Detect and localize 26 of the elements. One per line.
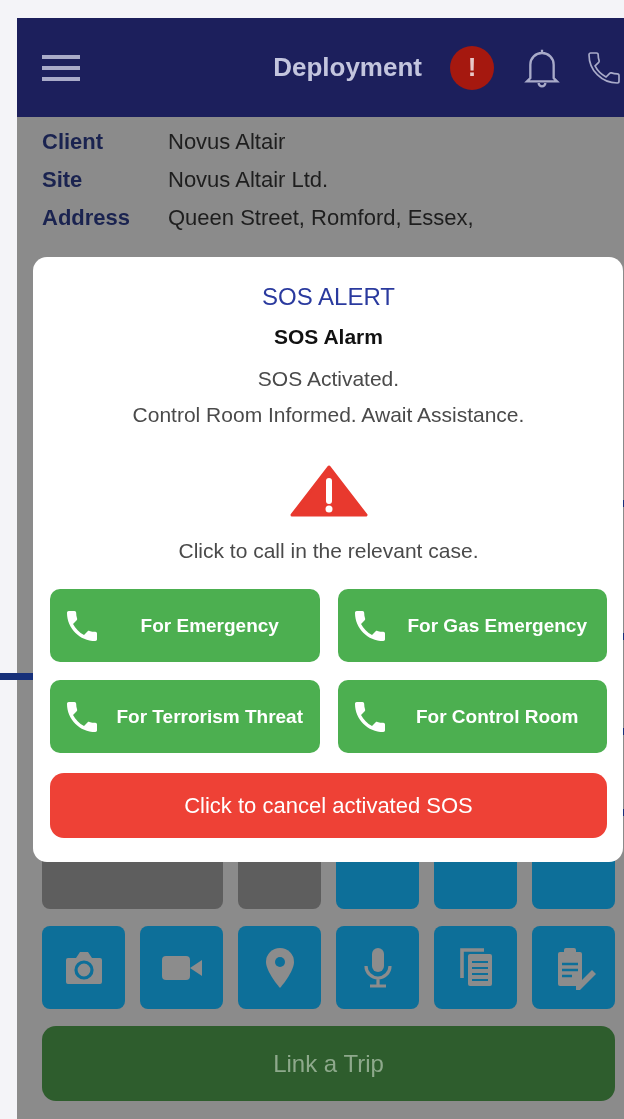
action-tile[interactable]	[532, 926, 615, 1009]
link-trip-button[interactable]: Link a Trip	[42, 1026, 615, 1101]
action-tile[interactable]	[238, 926, 321, 1009]
action-tile[interactable]	[140, 926, 223, 1009]
dialog-message: SOS Activated. Control Room Informed. Await Assistance.	[132, 366, 525, 428]
dialog-subtitle: SOS Alarm	[274, 325, 383, 349]
menu-icon[interactable]	[42, 52, 80, 83]
detail-label: Site	[42, 167, 84, 193]
dialog-title: SOS ALERT	[262, 283, 395, 311]
action-tile[interactable]	[336, 926, 419, 1009]
warning-icon	[289, 465, 368, 517]
detail-label: Client	[42, 129, 105, 155]
instruction-text: Click to call in the relevant case.	[178, 539, 479, 563]
action-tile[interactable]	[42, 926, 125, 1009]
call-button[interactable]: For Control Room	[337, 680, 607, 753]
call-button[interactable]: For Gas Emergency	[337, 589, 607, 662]
call-button[interactable]: For Terrorism Threat	[50, 680, 320, 753]
detail-label: Address	[42, 205, 132, 231]
screen-title: Deployment	[273, 52, 422, 83]
detail-value: Novus Altair	[168, 129, 286, 155]
cancel-sos-button[interactable]: Click to cancel activated SOS	[50, 773, 607, 838]
alert-badge[interactable]: !	[450, 45, 494, 90]
call-button[interactable]: For Emergency	[50, 589, 320, 662]
detail-value: Novus Altair Ltd.	[168, 167, 329, 193]
action-tile[interactable]	[434, 926, 517, 1009]
detail-value: Queen Street, Romford, Essex,	[168, 205, 474, 231]
